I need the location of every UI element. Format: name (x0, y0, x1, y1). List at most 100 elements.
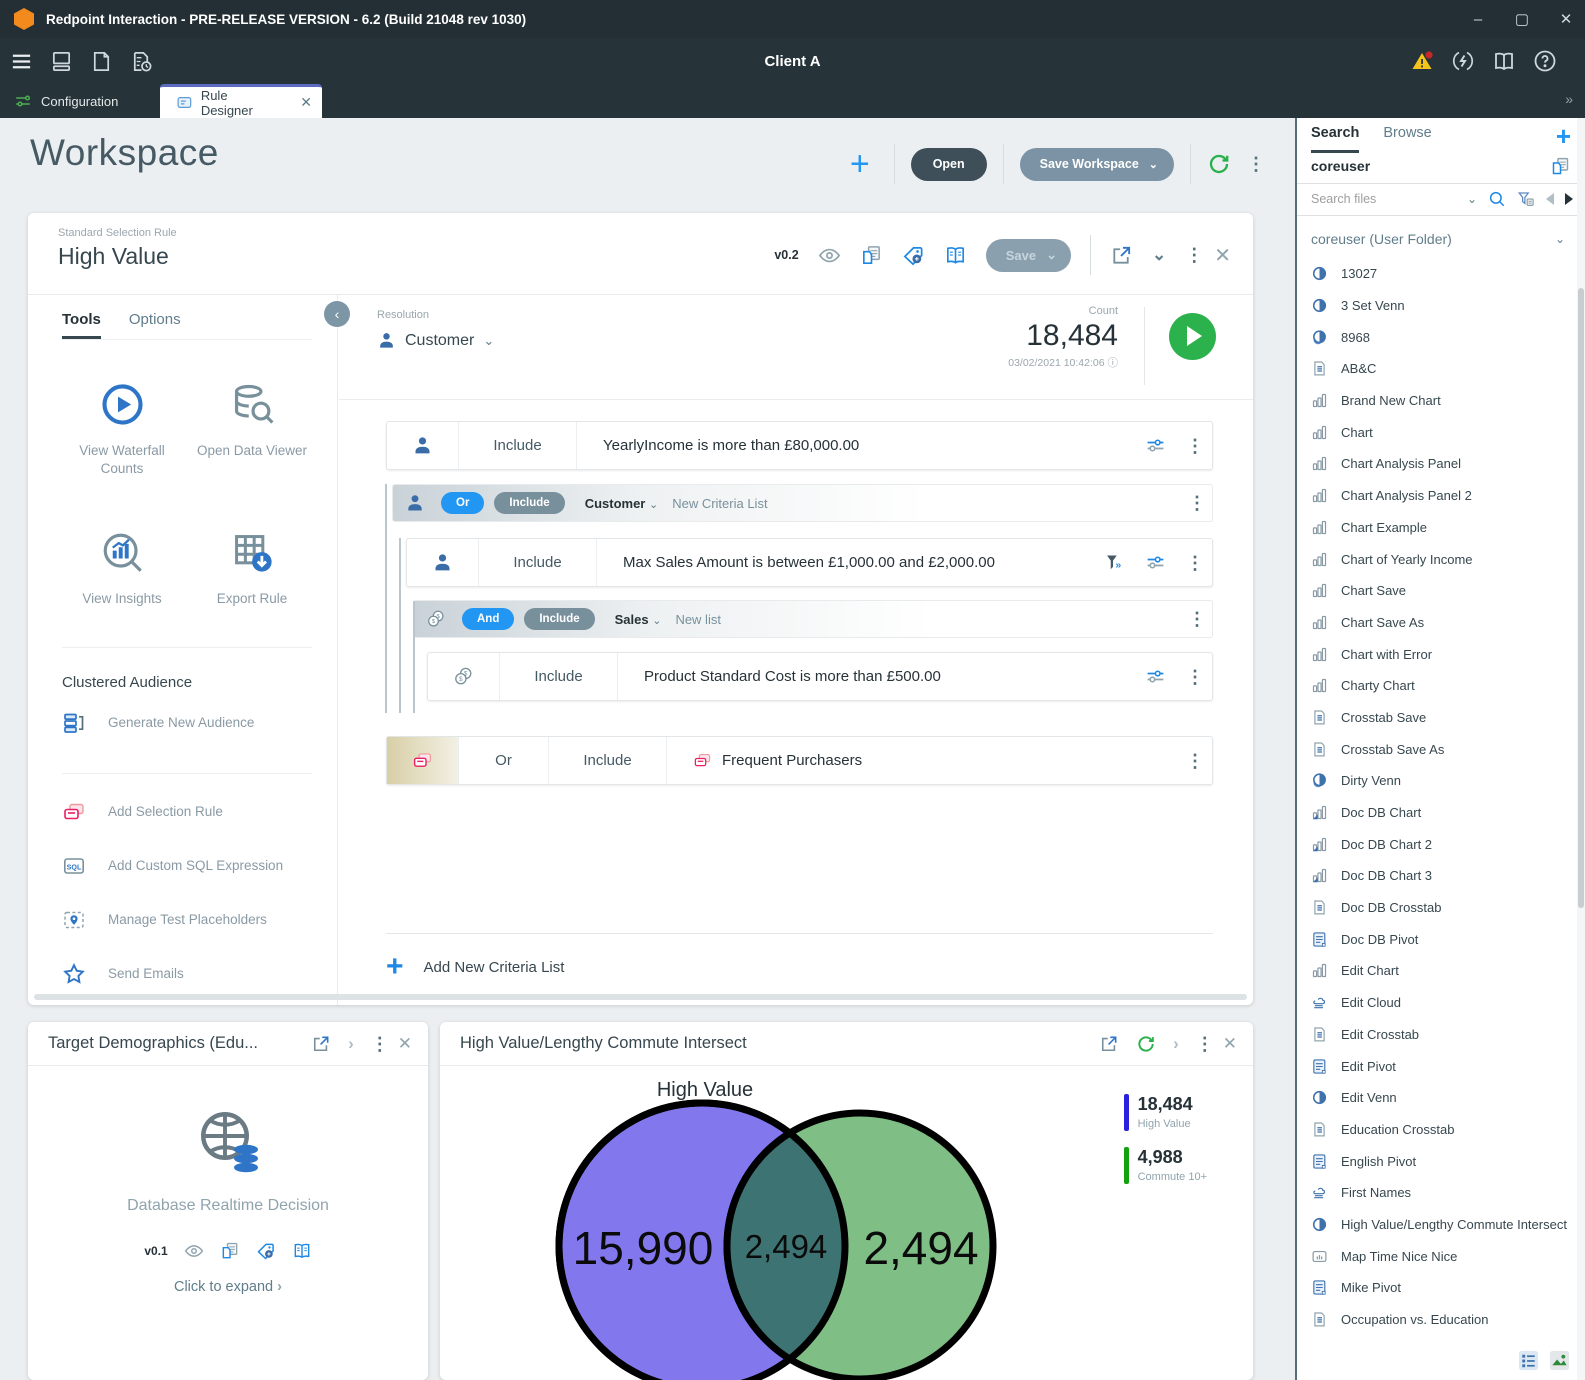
file-item[interactable]: Occupation vs. Education (1297, 1304, 1575, 1336)
save-button[interactable]: Save ⌄ (986, 239, 1071, 272)
open-external-icon[interactable] (1099, 1034, 1119, 1054)
file-item[interactable]: Chart Save (1297, 575, 1575, 607)
tab-rule-designer[interactable]: Rule Designer ✕ (160, 84, 322, 118)
rule-kebab-icon[interactable]: ⋮ (1185, 246, 1195, 264)
file-item[interactable]: Crosstab Save (1297, 702, 1575, 734)
file-item[interactable]: Mike Pivot (1297, 1272, 1575, 1304)
sliders-icon[interactable] (1145, 666, 1166, 687)
tab-browse[interactable]: Browse (1383, 125, 1431, 153)
condition-text[interactable]: Max Sales Amount is between £1,000.00 an… (597, 539, 1104, 586)
tab-options[interactable]: Options (129, 311, 181, 339)
minimize-button[interactable]: – (1469, 11, 1487, 28)
tool-insights[interactable]: View Insights (62, 530, 182, 608)
include-pill[interactable]: Include (524, 608, 594, 630)
file-item[interactable]: Brand New Chart (1297, 385, 1575, 417)
refresh-icon[interactable] (1207, 152, 1231, 176)
include-pill[interactable]: Include (494, 492, 564, 514)
sliders-icon[interactable] (1145, 552, 1166, 573)
file-item[interactable]: Chart Analysis Panel (1297, 448, 1575, 480)
image-view-icon[interactable] (1548, 1349, 1571, 1372)
file-item[interactable]: Crosstab Save As (1297, 733, 1575, 765)
docs-book-icon[interactable] (1492, 49, 1516, 73)
add-new-criteria-button[interactable]: + Add New Criteria List (386, 956, 1213, 978)
close-tab-icon[interactable]: ✕ (300, 94, 312, 111)
joiner-pill[interactable]: Or (441, 492, 484, 514)
row-kebab-icon[interactable]: ⋮ (1186, 437, 1196, 455)
file-item[interactable]: Chart with Error (1297, 638, 1575, 670)
row-kebab-icon[interactable]: ⋮ (1186, 554, 1196, 572)
row-kebab-icon[interactable]: ⋮ (1188, 610, 1198, 628)
file-item[interactable]: Edit Pivot (1297, 1050, 1575, 1082)
expand-icon[interactable]: › (348, 1034, 354, 1054)
file-item[interactable]: 8968 (1297, 321, 1575, 353)
help-icon[interactable] (1533, 49, 1557, 73)
include-label[interactable]: Include (549, 737, 667, 784)
notes-book-icon[interactable] (292, 1241, 312, 1261)
open-external-icon[interactable] (1110, 244, 1133, 267)
filter-skip-icon[interactable]: » (1104, 552, 1125, 573)
tab-overflow-icon[interactable]: » (1565, 91, 1571, 107)
add-file-button[interactable]: + (1556, 121, 1571, 152)
copy-result-icon[interactable] (1550, 156, 1571, 177)
condition-text[interactable]: YearlyIncome is more than £80,000.00 (577, 422, 1145, 469)
file-item[interactable]: Chart Save As (1297, 607, 1575, 639)
tab-tools[interactable]: Tools (62, 311, 101, 339)
tool-export-rule[interactable]: Export Rule (192, 530, 312, 608)
row-kebab-icon[interactable]: ⋮ (1188, 494, 1198, 512)
preview-icon[interactable] (184, 1241, 204, 1261)
close-card-icon[interactable]: ✕ (398, 1034, 412, 1054)
chevron-down-icon[interactable]: ⌄ (1467, 192, 1477, 206)
card-kebab-icon[interactable]: ⋮ (371, 1035, 381, 1053)
duplicate-icon[interactable] (860, 244, 883, 267)
action-selection-cards[interactable]: Add Selection Rule (62, 800, 337, 824)
save-workspace-button[interactable]: Save Workspace ⌄ (1020, 148, 1174, 181)
click-to-expand[interactable]: Click to expand › (28, 1279, 428, 1295)
open-button[interactable]: Open (911, 148, 987, 181)
group-name[interactable]: New Criteria List (672, 496, 1188, 511)
notes-book-icon[interactable] (944, 244, 967, 267)
file-item[interactable]: Doc DB Chart 2 (1297, 828, 1575, 860)
joiner-label[interactable]: Or (459, 737, 549, 784)
sliders-icon[interactable] (1145, 435, 1166, 456)
sync-icon[interactable] (1451, 49, 1475, 73)
list-view-icon[interactable] (1517, 1349, 1540, 1372)
row-kebab-icon[interactable]: ⋮ (1186, 668, 1196, 686)
search-files-input[interactable]: Search files (1311, 192, 1376, 206)
row-kebab-icon[interactable]: ⋮ (1186, 752, 1196, 770)
include-label[interactable]: Include (500, 653, 618, 700)
file-item[interactable]: 3 Set Venn (1297, 290, 1575, 322)
workspace-kebab-icon[interactable]: ⋮ (1247, 155, 1257, 173)
tag-icon[interactable] (256, 1241, 276, 1261)
resolution-select[interactable]: Customer ⌄ (377, 331, 494, 350)
action-sql[interactable]: SQLAdd Custom SQL Expression (62, 854, 337, 878)
expand-icon[interactable]: › (1173, 1034, 1179, 1054)
refresh-icon[interactable] (1136, 1034, 1156, 1054)
file-item[interactable]: Education Crosstab (1297, 1114, 1575, 1146)
filter-files-icon[interactable] (1517, 190, 1535, 208)
search-input[interactable]: coreuser (1297, 154, 1577, 184)
tab-configuration[interactable]: Configuration (0, 84, 140, 118)
sidebar-scrollbar[interactable] (1577, 118, 1585, 1380)
search-icon[interactable] (1488, 190, 1506, 208)
file-item[interactable]: Edit Chart (1297, 955, 1575, 987)
open-external-icon[interactable] (311, 1034, 331, 1054)
file-item[interactable]: Doc DB Pivot (1297, 923, 1575, 955)
prev-icon[interactable] (1546, 193, 1554, 205)
entity-select[interactable]: Customer ⌄ (585, 496, 659, 511)
file-item[interactable]: Charty Chart (1297, 670, 1575, 702)
tool-waterfall-play[interactable]: View Waterfall Counts (62, 382, 182, 478)
duplicate-icon[interactable] (220, 1241, 240, 1261)
file-item[interactable]: Doc DB Crosstab (1297, 892, 1575, 924)
joiner-pill[interactable]: And (462, 608, 514, 630)
file-item[interactable]: First Names (1297, 1177, 1575, 1209)
maximize-button[interactable]: ▢ (1513, 10, 1531, 28)
include-label[interactable]: Include (459, 422, 577, 469)
file-item[interactable]: AB&C (1297, 353, 1575, 385)
run-count-button[interactable] (1169, 313, 1216, 360)
group-name[interactable]: New list (675, 612, 1188, 627)
file-item[interactable]: Doc DB Chart 3 (1297, 860, 1575, 892)
close-window-button[interactable]: ✕ (1557, 10, 1575, 28)
file-item[interactable]: Chart (1297, 416, 1575, 448)
condition-text[interactable]: Product Standard Cost is more than £500.… (618, 653, 1145, 700)
tag-icon[interactable] (902, 244, 925, 267)
